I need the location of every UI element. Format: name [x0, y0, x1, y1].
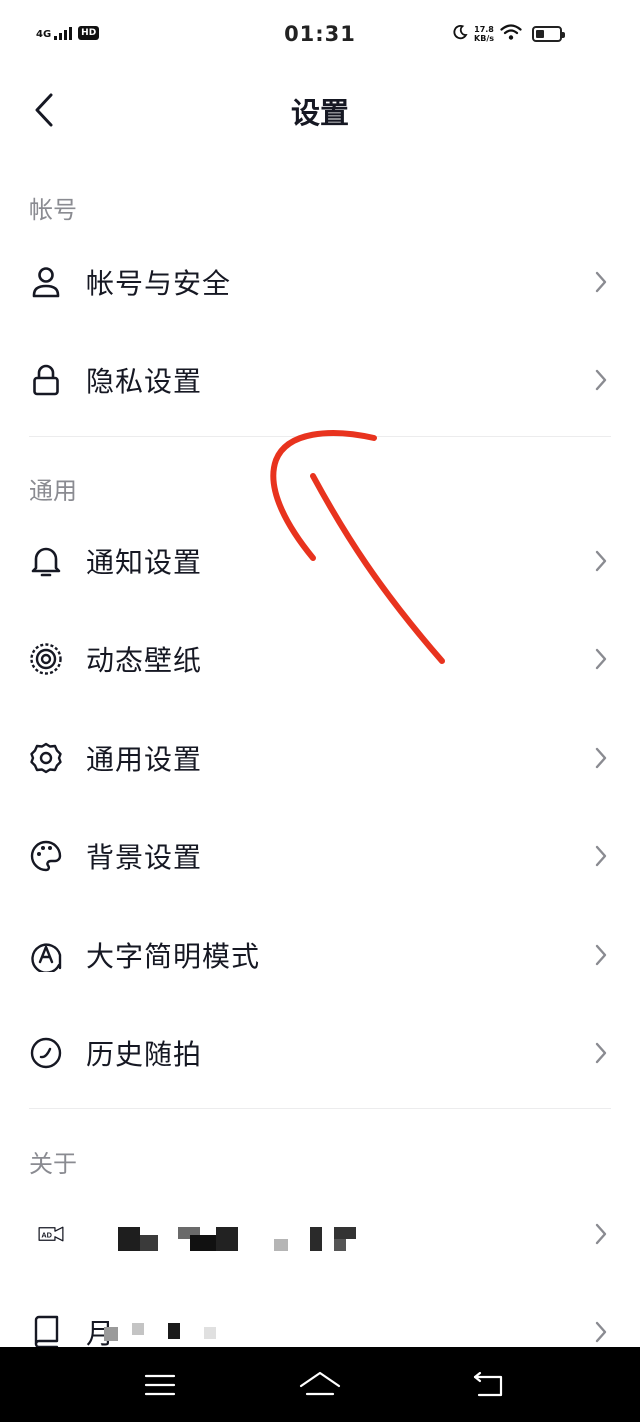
chevron-right-icon — [594, 549, 608, 573]
chevron-right-icon — [594, 270, 608, 294]
row-label: 大字简明模式 — [86, 940, 261, 973]
home-icon — [299, 1371, 341, 1396]
network-speed-unit: KB/s — [474, 34, 494, 43]
censored-label — [0, 1185, 640, 1283]
row-large-font-mode[interactable]: 大字简明模式 — [0, 906, 640, 1004]
network-speed-value: 17.8 — [474, 25, 494, 34]
status-bar: 4G HD 01:31 17.8 KB/s — [0, 0, 640, 72]
section-divider — [29, 436, 611, 437]
row-label: 通知设置 — [86, 546, 203, 579]
back-nav-button[interactable] — [464, 1365, 512, 1405]
home-button[interactable] — [296, 1365, 344, 1405]
row-background-settings[interactable]: 背景设置 — [0, 807, 640, 905]
wifi-icon — [500, 24, 522, 44]
row-history-snap[interactable]: 历史随拍 — [0, 1004, 640, 1102]
large-font-icon — [28, 937, 64, 973]
section-title-account: 帐号 — [29, 196, 77, 224]
network-speed: 17.8 KB/s — [474, 25, 494, 43]
section-title-about: 关于 — [29, 1150, 77, 1178]
row-label: 动态壁纸 — [86, 644, 203, 677]
row-label: 背景设置 — [86, 841, 203, 874]
row-label: 历史随拍 — [86, 1038, 203, 1071]
menu-icon — [144, 1374, 176, 1396]
return-icon — [473, 1371, 503, 1397]
live-wallpaper-icon — [28, 641, 64, 677]
status-right-icons: 17.8 KB/s — [452, 24, 522, 44]
chevron-right-icon — [594, 943, 608, 967]
row-account-security[interactable]: 帐号与安全 — [0, 233, 640, 331]
chevron-right-icon — [594, 844, 608, 868]
chevron-right-icon — [594, 1320, 608, 1344]
row-label: 通用设置 — [86, 743, 203, 776]
chevron-right-icon — [594, 1222, 608, 1246]
page-title: 设置 — [290, 96, 349, 130]
chevron-right-icon — [594, 746, 608, 770]
row-privacy-settings[interactable]: 隐私设置 — [0, 331, 640, 429]
row-general-settings[interactable]: 通用设置 — [0, 709, 640, 807]
user-icon — [28, 264, 64, 300]
censored-label — [0, 1283, 640, 1347]
bell-icon — [28, 543, 64, 579]
row-label: 隐私设置 — [86, 365, 203, 398]
palette-icon — [28, 838, 64, 874]
row-live-wallpaper[interactable]: 动态壁纸 — [0, 610, 640, 708]
chevron-right-icon — [594, 368, 608, 392]
chevron-right-icon — [594, 647, 608, 671]
row-notification-settings[interactable]: 通知设置 — [0, 512, 640, 610]
section-title-general: 通用 — [29, 477, 77, 505]
row-ad-settings[interactable]: AD — [0, 1185, 640, 1283]
menu-button[interactable] — [136, 1365, 184, 1405]
battery-icon — [532, 26, 565, 42]
gear-icon — [28, 740, 64, 776]
history-snap-icon — [28, 1035, 64, 1071]
section-divider — [29, 1108, 611, 1109]
lock-icon — [28, 362, 64, 398]
system-nav-bar — [0, 1347, 640, 1422]
header-bar: 设置 — [0, 72, 640, 148]
row-label: 帐号与安全 — [86, 267, 232, 300]
moon-icon — [452, 24, 468, 44]
chevron-right-icon — [594, 1041, 608, 1065]
